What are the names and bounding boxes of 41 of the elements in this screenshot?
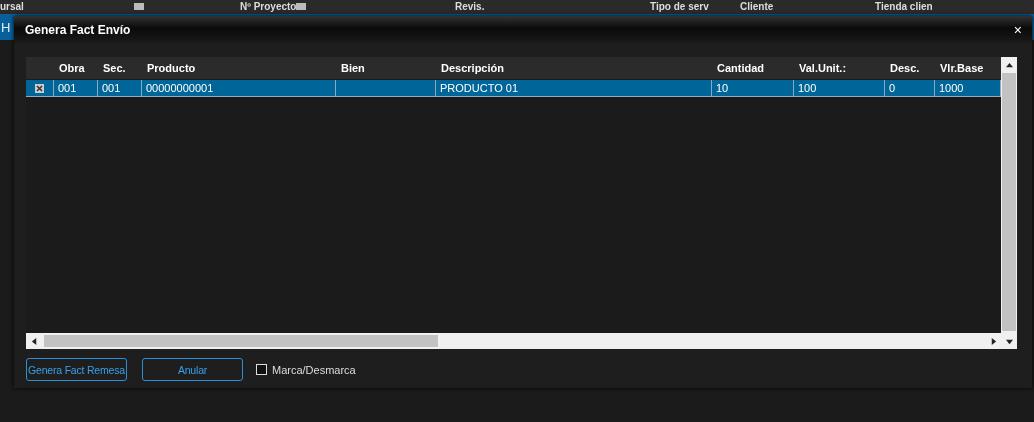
- checkbox-label: Marca/Desmarca: [272, 363, 356, 376]
- table-row[interactable]: 001 001 00000000001 PRODUCTO 01 10 100 0 1000: [26, 80, 1001, 97]
- table-cell: 001: [54, 80, 98, 96]
- scrollbar-thumb[interactable]: [44, 335, 438, 347]
- sort-icon[interactable]: [133, 3, 144, 10]
- column-header[interactable]: Desc.: [885, 62, 935, 74]
- column-header: Tienda clien: [875, 0, 933, 13]
- table-cell: 001: [98, 80, 142, 96]
- table-cell: 0: [885, 80, 935, 96]
- column-header[interactable]: Sec.: [98, 62, 142, 74]
- table-cell: 00000000001: [142, 80, 336, 96]
- column-header: Cliente: [740, 0, 774, 13]
- column-header[interactable]: Obra: [54, 62, 98, 74]
- column-header: ursal: [0, 0, 24, 13]
- cancel-button[interactable]: Anular: [142, 358, 243, 381]
- column-header: Nº Proyecto: [240, 0, 297, 13]
- band-text: H: [1, 19, 11, 35]
- column-header[interactable]: Val.Unit.:: [794, 62, 885, 74]
- checkbox[interactable]: [256, 364, 267, 375]
- table-cell: 100: [794, 80, 885, 96]
- horizontal-scrollbar[interactable]: [26, 333, 1001, 349]
- vertical-scrollbar[interactable]: [1001, 57, 1017, 349]
- close-button[interactable]: ×: [1013, 22, 1022, 37]
- column-header[interactable]: Vlr.Base: [935, 62, 1001, 74]
- scroll-down-icon[interactable]: [1005, 337, 1013, 345]
- scroll-up-icon[interactable]: [1005, 61, 1013, 69]
- scroll-right-icon[interactable]: [989, 337, 997, 345]
- sort-icon[interactable]: [296, 3, 307, 10]
- scrollbar-thumb[interactable]: [1002, 73, 1016, 331]
- column-header[interactable]: Producto: [142, 62, 336, 74]
- column-header: Revis.: [455, 0, 485, 13]
- row-checkbox[interactable]: [35, 83, 44, 93]
- column-header[interactable]: Cantidad: [712, 62, 794, 74]
- table-cell: 10: [712, 80, 794, 96]
- scroll-left-icon[interactable]: [30, 337, 38, 345]
- column-header[interactable]: Bien: [336, 62, 436, 74]
- table-cell: PRODUCTO 01: [436, 80, 712, 96]
- window-title: Genera Fact Envío: [25, 22, 131, 37]
- generate-button[interactable]: Genera Fact Remesa: [26, 358, 127, 381]
- column-header: Tipo de serv: [650, 0, 709, 13]
- column-header[interactable]: Descripción: [436, 62, 712, 74]
